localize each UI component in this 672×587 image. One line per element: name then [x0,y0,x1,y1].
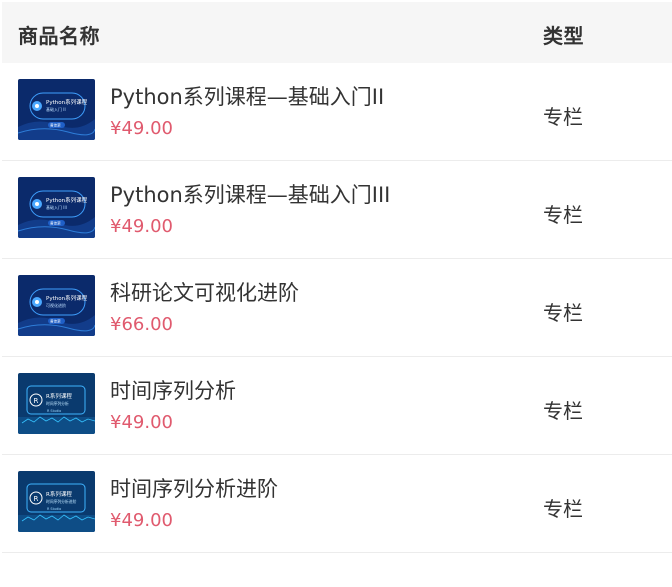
product-thumbnail[interactable]: Python系列课程 基础入门 II 黄佳荣 [18,79,95,140]
course-cover-python-icon: Python系列课程 基础入门 III 黄佳荣 [18,177,95,238]
product-thumbnail[interactable]: Python系列课程 可视化进阶 黄佳荣 [18,275,95,336]
product-table: 商品名称 类型 Python系列课程 基础入门 II 黄佳荣 Python系列课… [2,2,672,553]
svg-text:黄佳荣: 黄佳荣 [50,221,61,226]
svg-text:R: R [34,495,39,503]
product-thumbnail[interactable]: R R系列课程 时间序列分析 R Studio [18,373,95,434]
course-cover-r-icon: R R系列课程 时间序列分析进阶 R Studio [18,471,95,532]
svg-text:R Studio: R Studio [47,409,61,413]
product-title[interactable]: 科研论文可视化进阶 [110,277,299,307]
column-header-type: 类型 [543,24,584,48]
product-price: ¥49.00 [110,118,173,139]
product-price: ¥49.00 [110,412,173,433]
table-row[interactable]: Python系列课程 基础入门 II 黄佳荣 Python系列课程—基础入门II… [2,63,672,161]
column-header-name: 商品名称 [18,24,100,48]
svg-text:R Studio: R Studio [47,507,61,511]
svg-text:时间序列分析: 时间序列分析 [46,401,69,406]
product-price: ¥49.00 [110,216,173,237]
product-type: 专栏 [543,399,583,423]
product-price: ¥49.00 [110,510,173,531]
svg-text:时间序列分析进阶: 时间序列分析进阶 [46,499,77,504]
course-cover-python-icon: Python系列课程 基础入门 II 黄佳荣 [18,79,95,140]
svg-text:Python系列课程: Python系列课程 [46,196,88,204]
product-thumbnail[interactable]: Python系列课程 基础入门 III 黄佳荣 [18,177,95,238]
table-row[interactable]: R R系列课程 时间序列分析 R Studio 时间序列分析 ¥49.00 专栏 [2,357,672,455]
course-cover-r-icon: R R系列课程 时间序列分析 R Studio [18,373,95,434]
svg-text:基础入门 II: 基础入门 II [46,106,66,112]
product-price: ¥66.00 [110,314,173,335]
product-type: 专栏 [543,301,583,325]
svg-text:黄佳荣: 黄佳荣 [50,319,61,324]
svg-text:Python系列课程: Python系列课程 [46,294,88,302]
table-row[interactable]: Python系列课程 可视化进阶 黄佳荣 科研论文可视化进阶 ¥66.00 专栏 [2,259,672,357]
product-type: 专栏 [543,105,583,129]
table-header: 商品名称 类型 [2,2,672,63]
product-type: 专栏 [543,497,583,521]
product-title[interactable]: 时间序列分析 [110,375,236,405]
product-thumbnail[interactable]: R R系列课程 时间序列分析进阶 R Studio [18,471,95,532]
product-title[interactable]: Python系列课程—基础入门II [110,81,384,111]
product-title[interactable]: 时间序列分析进阶 [110,473,278,503]
svg-text:可视化进阶: 可视化进阶 [46,302,66,308]
product-type: 专栏 [543,203,583,227]
svg-text:基础入门 III: 基础入门 III [46,204,67,210]
svg-text:黄佳荣: 黄佳荣 [50,123,61,128]
table-row[interactable]: Python系列课程 基础入门 III 黄佳荣 Python系列课程—基础入门I… [2,161,672,259]
course-cover-python-icon: Python系列课程 可视化进阶 黄佳荣 [18,275,95,336]
svg-text:Python系列课程: Python系列课程 [46,98,88,106]
product-title[interactable]: Python系列课程—基础入门III [110,179,390,209]
svg-text:R系列课程: R系列课程 [46,392,72,400]
table-row[interactable]: R R系列课程 时间序列分析进阶 R Studio 时间序列分析进阶 ¥49.0… [2,455,672,553]
svg-text:R系列课程: R系列课程 [46,490,72,498]
svg-text:R: R [34,397,39,405]
